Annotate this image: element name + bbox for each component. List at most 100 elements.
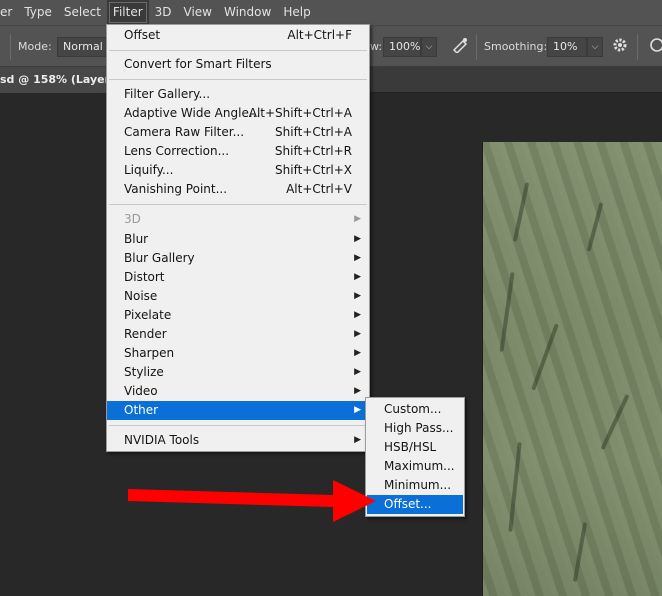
chevron-right-icon: ▶: [354, 214, 361, 224]
menu-item-select[interactable]: Select: [58, 0, 107, 25]
texture-streak: [531, 323, 559, 391]
filter-menu-item-blur-gallery[interactable]: Blur Gallery ▶: [107, 249, 369, 268]
menu-item-window[interactable]: Window: [218, 0, 277, 25]
filter-menu-item-pixelate[interactable]: Pixelate ▶: [107, 306, 369, 325]
annotation-arrow-icon: [128, 480, 376, 522]
menu-item-shortcut: Alt+Ctrl+V: [286, 182, 352, 196]
smoothing-dropdown[interactable]: ⌵: [587, 37, 603, 57]
chevron-right-icon: ▶: [354, 348, 361, 358]
menu-item-label: Other: [124, 403, 159, 417]
menu-divider: [109, 204, 367, 205]
chevron-right-icon: ▶: [354, 310, 361, 320]
mode-label: Mode:: [18, 40, 52, 53]
menu-item-label: Sharpen: [124, 346, 175, 360]
chevron-right-icon: ▶: [354, 234, 361, 244]
menu-item-label: Distort: [124, 270, 165, 284]
chevron-right-icon: ▶: [354, 405, 361, 415]
menu-item-label: Adaptive Wide Angle...: [124, 106, 261, 120]
menu-item-label: Filter Gallery...: [124, 87, 211, 101]
options-separator: [637, 34, 638, 60]
filter-menu-item-distort[interactable]: Distort ▶: [107, 268, 369, 287]
menu-item-layer-partial[interactable]: er: [0, 0, 18, 25]
menu-item-shortcut: Alt+Shift+Ctrl+A: [248, 106, 352, 120]
menu-item-label: Blur Gallery: [124, 251, 195, 265]
menu-item-label: Camera Raw Filter...: [124, 125, 245, 139]
mode-select[interactable]: Normal: [57, 37, 107, 57]
texture-streak: [499, 272, 515, 352]
menu-item-label: Vanishing Point...: [124, 182, 228, 196]
chevron-down-icon: ⌵: [425, 42, 433, 52]
filter-menu-item-other[interactable]: Other ▶: [107, 401, 369, 420]
menu-item-label: Pixelate: [124, 308, 172, 322]
chevron-right-icon: ▶: [354, 329, 361, 339]
canvas-image[interactable]: [482, 142, 662, 596]
menu-item-shortcut: Shift+Ctrl+R: [274, 144, 352, 158]
chevron-right-icon: ▶: [354, 367, 361, 377]
filter-menu-item-noise[interactable]: Noise ▶: [107, 287, 369, 306]
menu-item-label: Render: [124, 327, 167, 341]
menu-item-label: Liquify...: [124, 163, 174, 177]
smoothing-label: Smoothing:: [484, 40, 548, 53]
submenu-item-high-pass[interactable]: High Pass...: [367, 419, 463, 438]
chevron-right-icon: ▶: [354, 386, 361, 396]
flow-dropdown[interactable]: ⌵: [421, 37, 437, 57]
flow-input[interactable]: 100%: [383, 37, 421, 57]
filter-menu-item-convert-smart-filters[interactable]: Convert for Smart Filters: [107, 55, 369, 74]
airbrush-icon[interactable]: [449, 37, 471, 57]
menu-item-label: 3D: [124, 212, 141, 226]
submenu-item-custom[interactable]: Custom...: [367, 400, 463, 419]
chevron-right-icon: ▶: [354, 291, 361, 301]
texture-streak: [572, 522, 588, 582]
submenu-item-minimum[interactable]: Minimum...: [367, 476, 463, 495]
menu-item-label: Stylize: [124, 365, 164, 379]
menu-item-shortcut: Shift+Ctrl+A: [275, 125, 352, 139]
gear-icon[interactable]: [609, 37, 631, 57]
filter-menu-item-sharpen[interactable]: Sharpen ▶: [107, 344, 369, 363]
menu-item-label: Video: [124, 384, 158, 398]
texture-streak: [512, 182, 530, 242]
menu-item-label: Lens Correction...: [124, 144, 230, 158]
options-separator: [10, 34, 11, 60]
menu-item-view[interactable]: View: [178, 0, 218, 25]
submenu-item-hsb-hsl[interactable]: HSB/HSL: [367, 438, 463, 457]
menu-divider: [109, 79, 367, 80]
filter-menu-item-adaptive-wide-angle[interactable]: Adaptive Wide Angle... Alt+Shift+Ctrl+A: [107, 104, 369, 123]
menu-item-help[interactable]: Help: [277, 0, 316, 25]
filter-menu-item-3d: 3D ▶: [107, 210, 369, 229]
menu-item-label: Offset: [124, 28, 161, 42]
filter-menu-item-camera-raw[interactable]: Camera Raw Filter... Shift+Ctrl+A: [107, 123, 369, 142]
filter-menu-item-video[interactable]: Video ▶: [107, 382, 369, 401]
filter-menu-item-vanishing-point[interactable]: Vanishing Point... Alt+Ctrl+V: [107, 180, 369, 199]
menu-item-label: Blur: [124, 232, 149, 246]
texture-streak: [586, 202, 604, 252]
menu-item-label: NVIDIA Tools: [124, 433, 200, 447]
submenu-item-maximum[interactable]: Maximum...: [367, 457, 463, 476]
chevron-down-icon: ⌵: [591, 42, 599, 52]
texture-streak: [600, 393, 630, 451]
filter-menu-item-blur[interactable]: Blur ▶: [107, 230, 369, 249]
flow-label: w:: [370, 40, 383, 53]
menu-item-filter[interactable]: Filter: [106, 0, 149, 25]
filter-menu: Offset Alt+Ctrl+F Convert for Smart Filt…: [106, 24, 370, 452]
chevron-right-icon: ▶: [354, 435, 361, 445]
menu-item-type[interactable]: Type: [18, 0, 58, 25]
other-submenu: Custom... High Pass... HSB/HSL Maximum..…: [365, 397, 465, 517]
menu-item-3d[interactable]: 3D: [149, 0, 178, 25]
menu-divider: [109, 425, 367, 426]
filter-menu-item-liquify[interactable]: Liquify... Shift+Ctrl+X: [107, 161, 369, 180]
chevron-right-icon: ▶: [354, 253, 361, 263]
menu-item-shortcut: Shift+Ctrl+X: [275, 163, 352, 177]
smoothing-input[interactable]: 10%: [547, 37, 587, 57]
menu-bar: er Type Select Filter 3D View Window Hel…: [0, 0, 662, 25]
submenu-item-offset[interactable]: Offset...: [367, 495, 463, 514]
filter-menu-item-filter-gallery[interactable]: Filter Gallery...: [107, 85, 369, 104]
filter-menu-item-stylize[interactable]: Stylize ▶: [107, 363, 369, 382]
menu-item-label: Convert for Smart Filters: [124, 57, 272, 71]
filter-menu-item-nvidia-tools[interactable]: NVIDIA Tools ▶: [107, 431, 369, 450]
pressure-icon[interactable]: [645, 37, 662, 57]
filter-menu-item-offset-last[interactable]: Offset Alt+Ctrl+F: [107, 26, 369, 45]
filter-menu-item-lens-correction[interactable]: Lens Correction... Shift+Ctrl+R: [107, 142, 369, 161]
document-tab[interactable]: sd @ 158% (Layer 1: [0, 67, 110, 93]
menu-divider: [109, 50, 367, 51]
filter-menu-item-render[interactable]: Render ▶: [107, 325, 369, 344]
